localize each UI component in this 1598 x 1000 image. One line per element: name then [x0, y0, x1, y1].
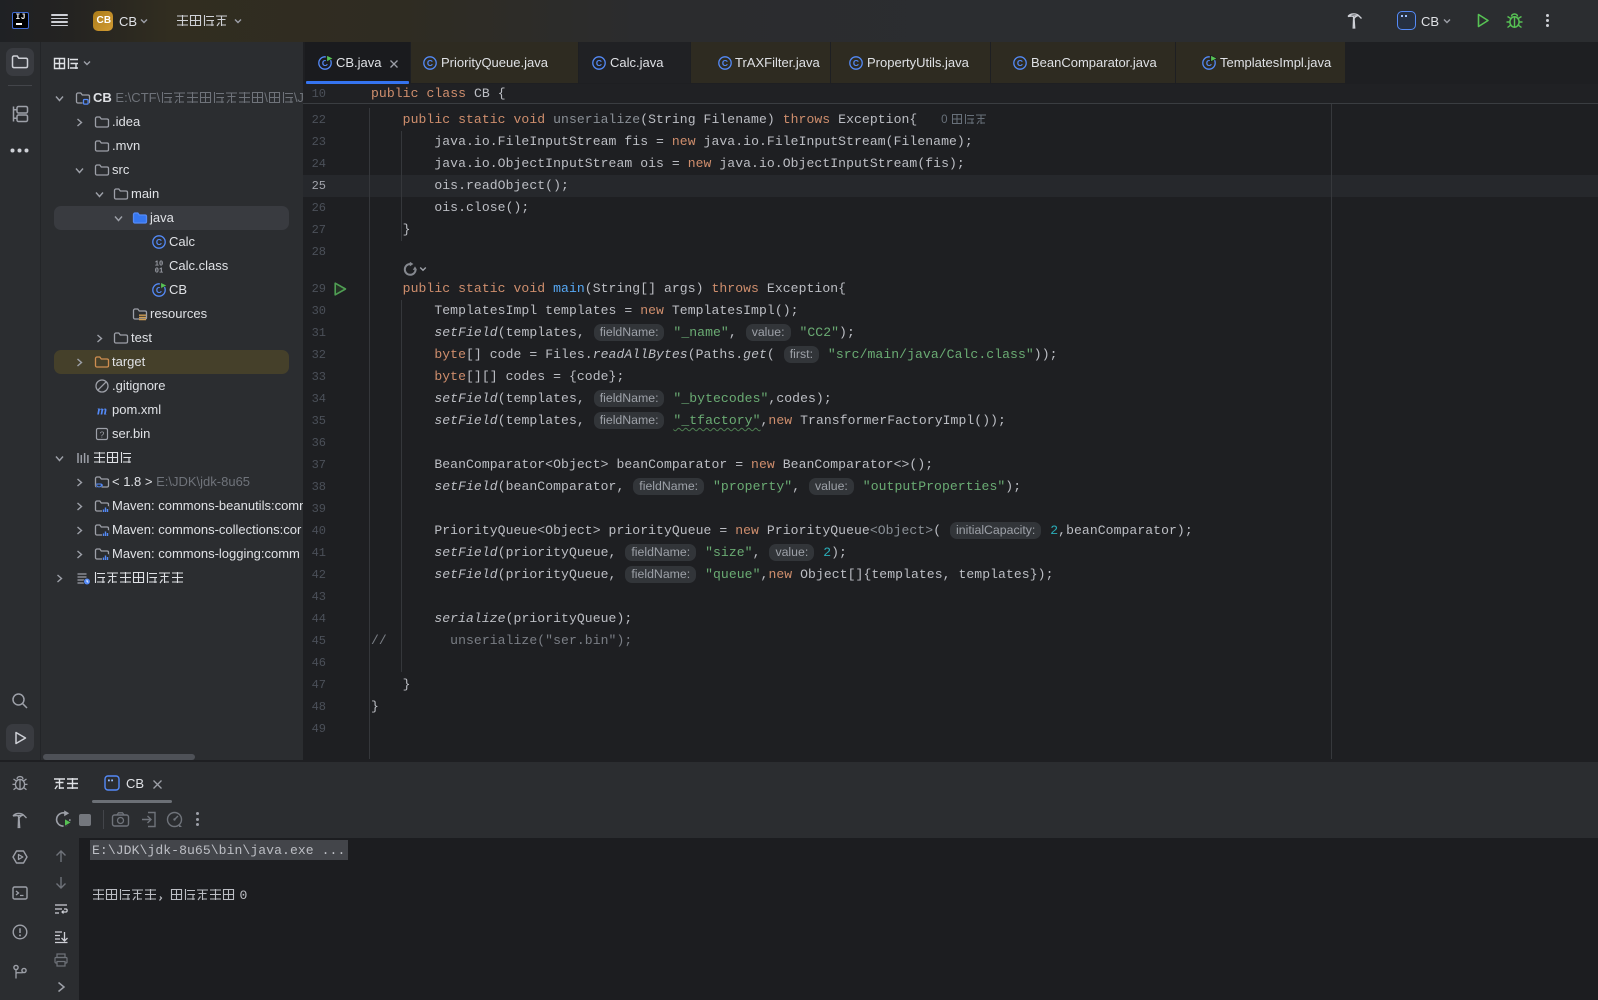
- svg-text:m: m: [97, 403, 107, 418]
- svg-text:C: C: [1017, 58, 1023, 68]
- svg-text:C: C: [722, 58, 728, 68]
- svg-text:01: 01: [155, 268, 163, 275]
- svg-text:?: ?: [100, 429, 105, 439]
- svg-text:C: C: [427, 58, 433, 68]
- svg-text:C: C: [596, 58, 602, 68]
- svg-text:C: C: [853, 58, 859, 68]
- svg-text:C: C: [156, 237, 162, 247]
